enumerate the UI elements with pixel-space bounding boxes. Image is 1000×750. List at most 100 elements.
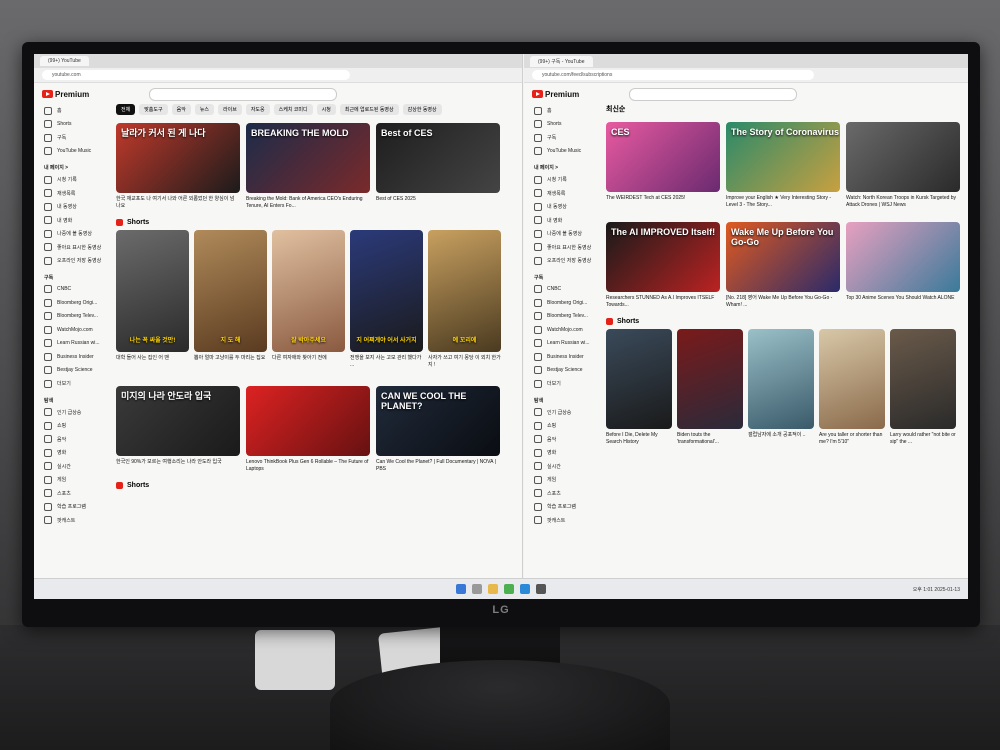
video-card[interactable]: CAN WE COOL THE PLANET? Can We Cool the P… [376, 386, 500, 472]
sidebar-item[interactable]: 음악 [34, 433, 114, 447]
sidebar-item[interactable]: 영화 [524, 446, 604, 460]
filter-chip[interactable]: 뉴스 [194, 104, 215, 115]
sidebar-item[interactable]: 더보기 [524, 377, 604, 391]
sidebar-item[interactable]: Business Insider [34, 350, 114, 364]
short-card[interactable]: 예 꼬리에 사자가 쓰고 여기 몽당 이 외치 한가지 ! [428, 230, 501, 368]
sidebar-item[interactable]: 스포츠 [524, 487, 604, 501]
sidebar-item[interactable]: 재생목록 [34, 187, 114, 201]
filter-chip[interactable]: 최근에 업로드된 동영상 [339, 104, 399, 115]
sidebar-item[interactable]: WatchMojo.com [524, 323, 604, 337]
video-thumbnail[interactable]: Best of CES [376, 123, 500, 193]
video-card[interactable]: Top 30 Anime Scenes You Should Watch ALO… [846, 222, 960, 308]
sidebar-item[interactable]: Bestjay Science [524, 364, 604, 378]
short-card[interactable]: 지 도 해 뽑아 얼마 고냥이를 두 마리는 집요 [194, 230, 267, 368]
sidebar-item[interactable]: 인기 급상승 [524, 406, 604, 420]
filter-chip[interactable]: 음악 [171, 104, 191, 115]
sidebar-item[interactable]: Bloomberg Origi... [34, 296, 114, 310]
url-field[interactable]: youtube.com/feed/subscriptions [532, 70, 814, 80]
short-thumbnail[interactable]: 잘 박아주세요 [272, 230, 345, 352]
sidebar-item[interactable]: 게임 [34, 473, 114, 487]
video-thumbnail[interactable]: Wake Me Up Before You Go-Go [726, 222, 840, 292]
short-card[interactable]: Before I Die, Delete My Search History [606, 329, 672, 445]
sidebar-item[interactable]: 오프라인 저장 동영상 [34, 254, 114, 268]
sidebar-item[interactable]: Bloomberg Origi... [524, 296, 604, 310]
sidebar-item[interactable]: 좋아요 표시한 동영상 [34, 241, 114, 255]
filter-chip[interactable]: 맞춤도구 [139, 104, 168, 115]
video-title[interactable]: Watch: North Korean Troops in Kursk Targ… [846, 195, 960, 208]
video-title[interactable]: Top 30 Anime Scenes You Should Watch ALO… [846, 295, 960, 302]
video-card[interactable]: The Story of Coronavirus Improve your Eng… [726, 122, 840, 208]
video-title[interactable]: 한국 재교포도 나 여기서 나와 어른 외롭었던 한 양심이 넘 나요 [116, 196, 240, 209]
short-card[interactable]: Biden touts the 'transformational'... [677, 329, 743, 445]
short-thumbnail[interactable]: 나는 꼭 싸울 것만! [116, 230, 189, 352]
short-title[interactable]: 대학 들어 사는 집인 어 땐 [116, 355, 189, 362]
video-thumbnail[interactable]: 날라가 커서 된 게 나다 [116, 123, 240, 193]
url-field[interactable]: youtube.com [42, 70, 350, 80]
short-title[interactable]: Larry would rather "not bite or sip" the… [890, 432, 956, 445]
sidebar-item[interactable]: 쇼핑 [524, 419, 604, 433]
sidebar-item[interactable]: 좋아요 표시한 동영상 [524, 241, 604, 255]
short-thumbnail[interactable]: 지 어쩌게야 어서 사거지 [350, 230, 423, 352]
explorer-icon[interactable] [488, 584, 498, 594]
sidebar-item[interactable]: Learn Russian wi... [34, 337, 114, 351]
search-input[interactable] [629, 87, 798, 101]
short-title[interactable]: 다른 여자애와 찾아기 전에 [272, 355, 345, 362]
sidebar-item[interactable]: 구독 [524, 131, 604, 145]
sidebar-item[interactable]: 내 영화 [34, 214, 114, 228]
sidebar-item[interactable]: 쇼핑 [34, 419, 114, 433]
short-card[interactable]: 나는 꼭 싸울 것만! 대학 들어 사는 집인 어 땐 [116, 230, 189, 368]
filter-chip[interactable]: 시청 [316, 104, 336, 115]
sidebar-item[interactable]: 영화 [34, 446, 114, 460]
short-thumbnail[interactable]: 예 꼬리에 [428, 230, 501, 352]
short-title[interactable]: 뽑아 얼마 고냥이를 두 마리는 집요 [194, 355, 267, 362]
sidebar-item[interactable]: 스포츠 [34, 487, 114, 501]
sidebar-item[interactable]: 재생목록 [524, 187, 604, 201]
video-thumbnail[interactable] [846, 222, 960, 292]
video-card[interactable]: 날라가 커서 된 게 나다한국 재교포도 나 여기서 나와 어른 외롭었던 한 … [116, 123, 240, 209]
sidebar-item[interactable]: 홈 [524, 104, 604, 118]
video-title[interactable]: Lenovo ThinkBook Plus Gen 6 Rollable – T… [246, 459, 370, 472]
sidebar-item[interactable]: Business Insider [524, 350, 604, 364]
short-thumbnail[interactable] [748, 329, 814, 429]
video-thumbnail[interactable]: CES [606, 122, 720, 192]
video-card[interactable]: Lenovo ThinkBook Plus Gen 6 Rollable – T… [246, 386, 370, 472]
short-card[interactable]: 지 어쩌게야 어서 사거지 전쟁을 보지 사는 고모 관리 했다가 ... [350, 230, 423, 368]
sidebar-item[interactable]: 인기 급상승 [34, 406, 114, 420]
short-card[interactable]: 갤럽남자에 소개 공포적이 .. [748, 329, 814, 445]
short-card[interactable]: Are you taller or shorter than me? I'm 5… [819, 329, 885, 445]
sidebar-item[interactable]: 내 영화 [524, 214, 604, 228]
youtube-logo[interactable]: Premium [42, 90, 89, 99]
search-input[interactable] [149, 87, 338, 101]
video-thumbnail[interactable]: The Story of Coronavirus [726, 122, 840, 192]
sidebar-item[interactable]: WatchMojo.com [34, 323, 114, 337]
filter-chip[interactable]: 자도웅 [245, 104, 270, 115]
sidebar-item[interactable]: 나중에 볼 동영상 [524, 227, 604, 241]
short-title[interactable]: Are you taller or shorter than me? I'm 5… [819, 432, 885, 445]
sidebar-item[interactable]: YouTube Music [524, 145, 604, 159]
short-thumbnail[interactable] [606, 329, 672, 429]
short-title[interactable]: Before I Die, Delete My Search History [606, 432, 672, 445]
youtube-logo[interactable]: Premium [532, 90, 579, 99]
sidebar-item[interactable]: 팟캐스트 [34, 514, 114, 528]
sidebar-item[interactable]: 홈 [34, 104, 114, 118]
filter-chip[interactable]: 전체 [116, 104, 136, 115]
video-thumbnail[interactable]: The AI IMPROVED Itself! [606, 222, 720, 292]
video-title[interactable]: Improve your English ★ Very Interesting … [726, 195, 840, 208]
video-thumbnail[interactable] [846, 122, 960, 192]
sidebar-item[interactable]: 구독 [34, 131, 114, 145]
sidebar-item[interactable]: 시청 기록 [524, 173, 604, 187]
start-icon[interactable] [456, 584, 466, 594]
video-card[interactable]: Best of CES Best of CES 2025 [376, 123, 500, 209]
video-thumbnail[interactable] [246, 386, 370, 456]
sidebar-item[interactable]: 시청 기록 [34, 173, 114, 187]
video-card[interactable]: BREAKING THE MOLD Breaking the Mold: Bank… [246, 123, 370, 209]
sidebar-item[interactable]: 학습 프로그램 [34, 500, 114, 514]
short-thumbnail[interactable] [677, 329, 743, 429]
short-card[interactable]: 잘 박아주세요다른 여자애와 찾아기 전에 [272, 230, 345, 368]
tab-subscriptions[interactable]: (99+) 구독 - YouTube [530, 55, 593, 67]
sidebar-item[interactable]: 음악 [524, 433, 604, 447]
video-title[interactable]: Can We Cool the Planet? | Full Documenta… [376, 459, 500, 472]
video-title[interactable]: Researchers STUNNED As A.I Improves ITSE… [606, 295, 720, 308]
sidebar-item[interactable]: CNBC [524, 283, 604, 297]
sidebar-item[interactable]: 게임 [524, 473, 604, 487]
